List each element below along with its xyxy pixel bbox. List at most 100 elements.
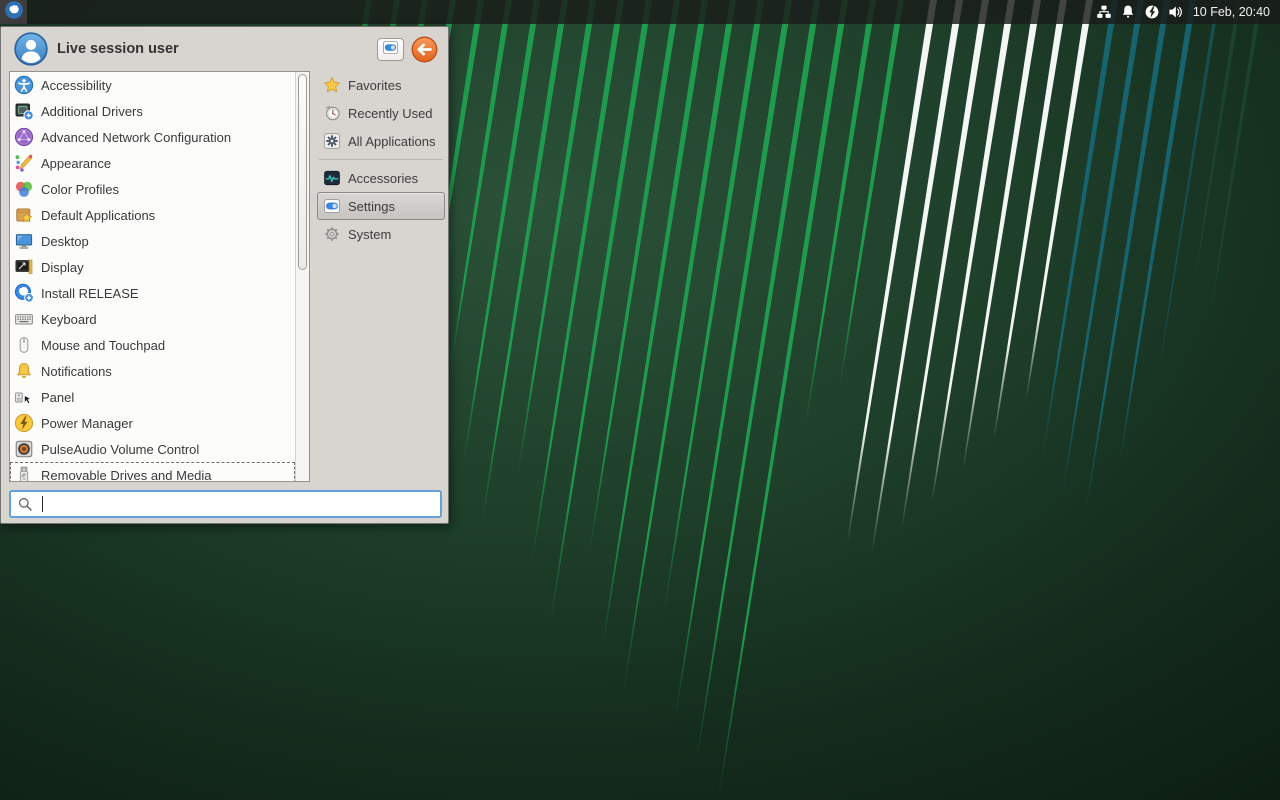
app-item-label: Appearance bbox=[41, 155, 112, 171]
system-icon bbox=[323, 225, 341, 243]
recently-used-icon bbox=[323, 104, 341, 122]
panel-clock[interactable]: 10 Feb, 20:40 bbox=[1193, 5, 1270, 19]
text-caret bbox=[42, 496, 43, 512]
app-item-label: Install RELEASE bbox=[41, 285, 139, 301]
wallpaper-streak bbox=[1155, 0, 1226, 385]
app-item-additional-drivers[interactable]: Additional Drivers bbox=[10, 98, 295, 124]
category-favorites[interactable]: Favorites bbox=[317, 71, 445, 99]
advanced-network-configuration-icon bbox=[14, 127, 34, 147]
app-item-label: Color Profiles bbox=[41, 181, 120, 197]
category-label: Accessories bbox=[348, 170, 419, 186]
app-item-label: Accessibility bbox=[41, 77, 112, 93]
category-label: Favorites bbox=[348, 77, 402, 93]
keyboard-icon bbox=[14, 309, 34, 329]
app-item-label: Removable Drives and Media bbox=[41, 467, 212, 482]
wallpaper-streak bbox=[837, 0, 911, 385]
color-profiles-icon bbox=[14, 179, 34, 199]
search-icon bbox=[17, 496, 34, 513]
app-item-label: Notifications bbox=[41, 363, 112, 379]
wallpaper-streak bbox=[547, 0, 658, 622]
tray-power-manager-icon[interactable] bbox=[1144, 4, 1161, 21]
app-item-default-applications[interactable]: Default Applications bbox=[10, 202, 295, 228]
wallpaper-streak bbox=[672, 0, 799, 721]
app-item-label: Desktop bbox=[41, 233, 89, 249]
user-name: Live session user bbox=[57, 41, 179, 57]
user-avatar-icon bbox=[14, 32, 48, 66]
install-release-icon bbox=[14, 283, 34, 303]
accessibility-icon bbox=[14, 75, 34, 95]
power-manager-icon bbox=[14, 413, 34, 433]
xubuntu-logo-icon bbox=[4, 0, 24, 25]
appearance-icon bbox=[14, 153, 34, 173]
app-item-mouse-and-touchpad[interactable]: Mouse and Touchpad bbox=[10, 332, 295, 358]
accessories-icon bbox=[323, 169, 341, 187]
app-item-display[interactable]: Display bbox=[10, 254, 295, 280]
app-item-color-profiles[interactable]: Color Profiles bbox=[10, 176, 295, 202]
tray-network-icon[interactable] bbox=[1096, 4, 1113, 21]
tray-volume-icon[interactable] bbox=[1168, 4, 1185, 21]
category-list: Favorites Recently Used All Applications Ac… bbox=[317, 71, 445, 248]
app-item-label: Mouse and Touchpad bbox=[41, 337, 166, 353]
category-label: System bbox=[348, 226, 392, 242]
notifications-icon bbox=[14, 361, 34, 381]
app-item-label: Panel bbox=[41, 389, 75, 405]
app-item-accessibility[interactable]: Accessibility bbox=[10, 72, 295, 98]
favorites-icon bbox=[323, 76, 341, 94]
scrollbar-thumb[interactable] bbox=[298, 74, 307, 270]
additional-drivers-icon bbox=[14, 101, 34, 121]
tray-notifications-icon[interactable] bbox=[1120, 4, 1137, 21]
app-item-label: Power Manager bbox=[41, 415, 133, 431]
app-item-label: Display bbox=[41, 259, 84, 275]
app-item-label: Additional Drivers bbox=[41, 103, 143, 119]
wallpaper-streak bbox=[1190, 0, 1248, 296]
app-item-pulseaudio-volume-control[interactable]: PulseAudio Volume Control bbox=[10, 436, 295, 462]
app-item-label: PulseAudio Volume Control bbox=[41, 441, 200, 457]
app-item-keyboard[interactable]: Keyboard bbox=[10, 306, 295, 332]
app-item-power-manager[interactable]: Power Manager bbox=[10, 410, 295, 436]
category-separator bbox=[319, 159, 443, 160]
all-settings-button[interactable] bbox=[377, 37, 404, 61]
app-item-label: Keyboard bbox=[41, 311, 97, 327]
category-recently-used[interactable]: Recently Used bbox=[317, 99, 445, 127]
log-out-icon bbox=[411, 36, 438, 66]
mouse-and-touchpad-icon bbox=[14, 335, 34, 355]
removable-drives-and-media-icon bbox=[14, 465, 34, 481]
app-item-appearance[interactable]: Appearance bbox=[10, 150, 295, 176]
system-tray bbox=[1096, 4, 1185, 21]
app-item-removable-drives-and-media[interactable]: Removable Drives and Media bbox=[10, 462, 295, 482]
app-item-notifications[interactable]: Notifications bbox=[10, 358, 295, 384]
scrollbar-track[interactable] bbox=[295, 72, 309, 481]
wallpaper-streak bbox=[599, 0, 715, 652]
app-item-install-release[interactable]: Install RELEASE bbox=[10, 280, 295, 306]
app-item-panel[interactable]: Panel bbox=[10, 384, 295, 410]
desktop-icon bbox=[14, 231, 34, 251]
app-item-desktop[interactable]: Desktop bbox=[10, 228, 295, 254]
wallpaper-streak bbox=[1206, 0, 1269, 326]
wallpaper-streak bbox=[803, 0, 883, 425]
app-item-label: Default Applications bbox=[41, 207, 156, 223]
category-label: Settings bbox=[348, 198, 395, 214]
display-icon bbox=[14, 257, 34, 277]
log-out-button[interactable] bbox=[411, 36, 438, 63]
wallpaper-streak bbox=[715, 0, 854, 800]
settings-toggle-icon bbox=[381, 39, 400, 59]
top-panel: 10 Feb, 20:40 bbox=[0, 0, 1280, 24]
category-label: Recently Used bbox=[348, 105, 433, 121]
pulseaudio-volume-control-icon bbox=[14, 439, 34, 459]
whisker-menu-button[interactable] bbox=[0, 0, 27, 24]
app-item-advanced-network-configuration[interactable]: Advanced Network Configuration bbox=[10, 124, 295, 150]
application-list: Accessibility Additional Drivers Advanced … bbox=[9, 71, 310, 482]
category-settings[interactable]: Settings bbox=[317, 192, 445, 220]
whisker-menu: Live session user Accessibility Additiona… bbox=[0, 26, 449, 524]
search-input[interactable] bbox=[9, 490, 442, 518]
default-applications-icon bbox=[14, 205, 34, 225]
category-system[interactable]: System bbox=[317, 220, 445, 248]
settings-icon bbox=[323, 197, 341, 215]
panel-icon bbox=[14, 387, 34, 407]
menu-header: Live session user bbox=[1, 27, 448, 71]
category-label: All Applications bbox=[348, 133, 436, 149]
category-all-applications[interactable]: All Applications bbox=[317, 127, 445, 155]
app-item-label: Advanced Network Configuration bbox=[41, 129, 232, 145]
category-accessories[interactable]: Accessories bbox=[317, 164, 445, 192]
all-applications-icon bbox=[323, 132, 341, 150]
